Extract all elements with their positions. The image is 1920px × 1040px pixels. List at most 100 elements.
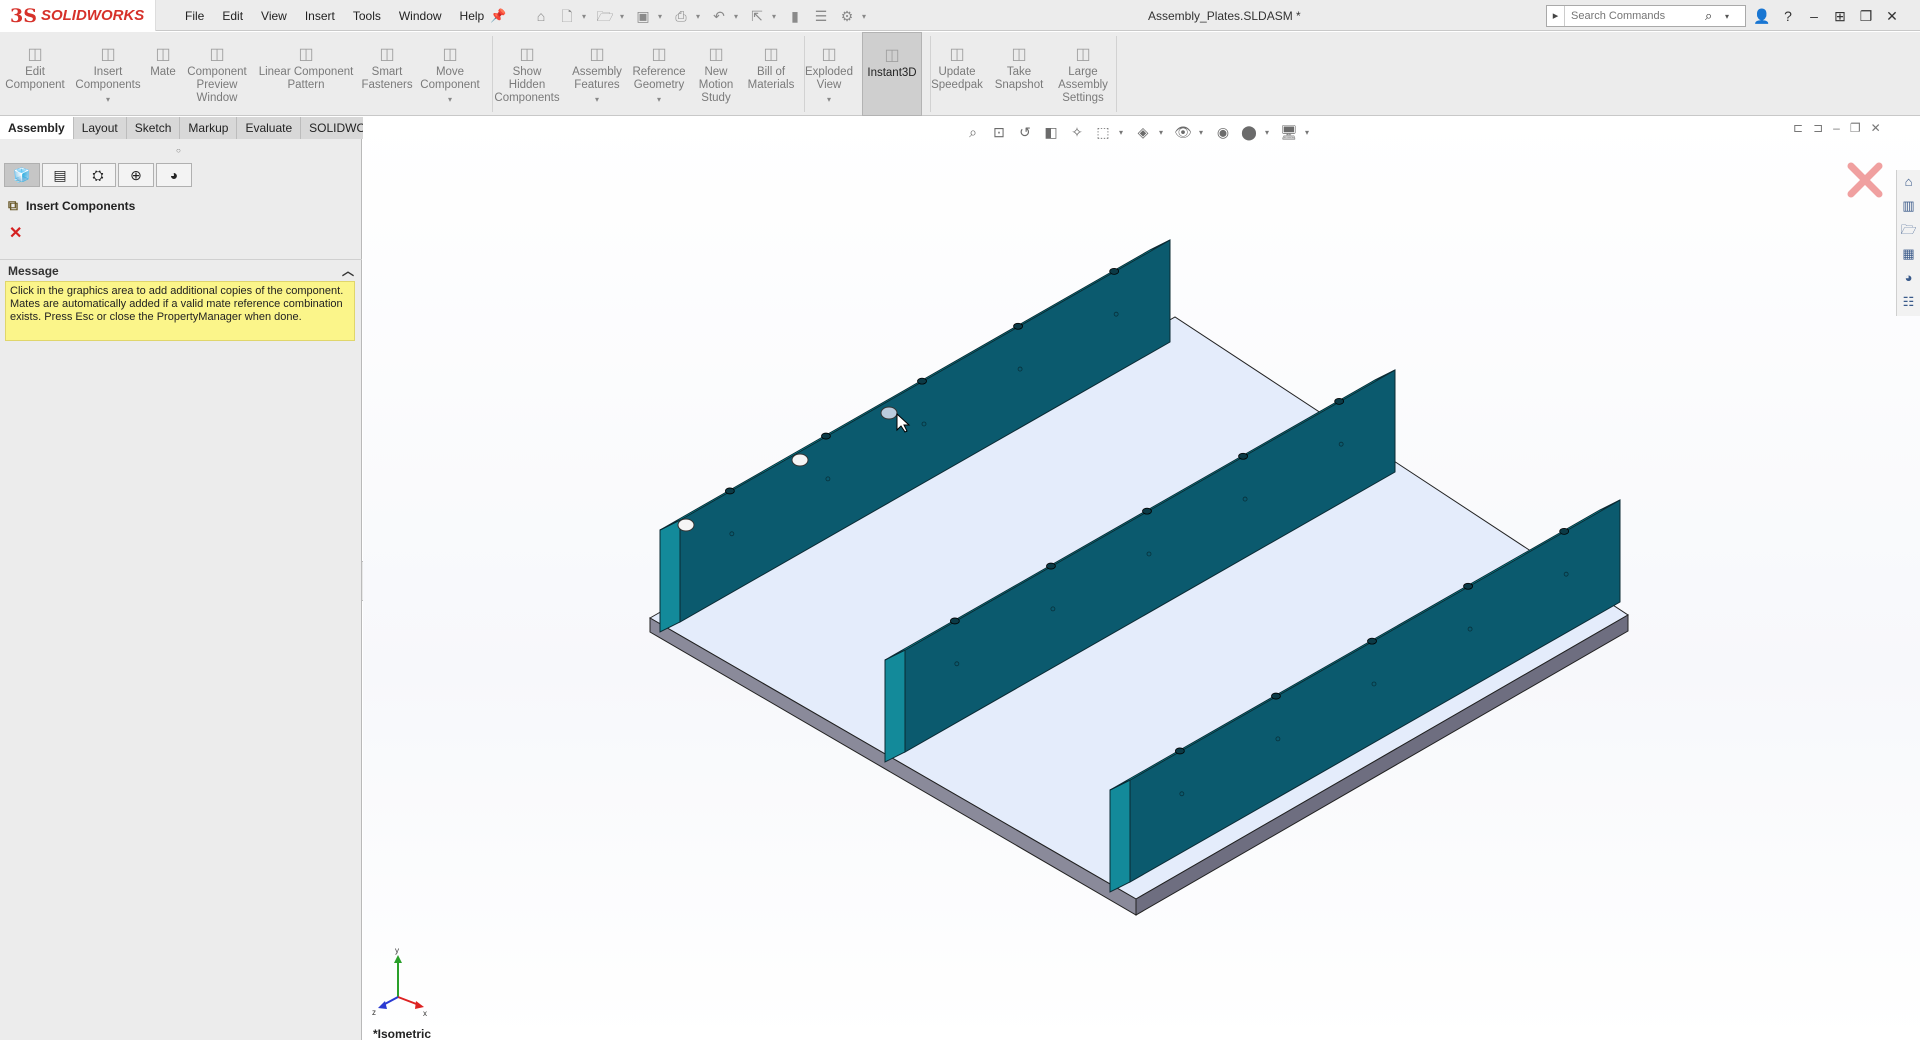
chevron-down-icon[interactable]: ▾ [1119, 128, 1127, 137]
dimxpert-icon[interactable]: ⊕ [118, 163, 154, 187]
chevron-down-icon[interactable]: ▾ [106, 93, 110, 106]
chevron-down-icon[interactable]: ▾ [696, 12, 704, 21]
chevron-down-icon[interactable]: ▾ [595, 93, 599, 106]
file-properties-icon[interactable]: ☰ [810, 6, 832, 26]
command-prompt-icon[interactable]: ▸ [1547, 6, 1565, 26]
tab-layout[interactable]: Layout [73, 117, 127, 139]
rail-end-face[interactable] [659, 519, 681, 633]
graphics-area[interactable]: ⌕ ⊡ ↺ ◧ ✧ ⬚ ▾ ◈ ▾ 👁 ▾ ◉ ⬤ ▾ 🖥 ▾ ⊏ ⊐ – ❐ ✕ y x… [363, 117, 1920, 1040]
search-input[interactable] [1565, 10, 1705, 22]
view-orientation-icon[interactable]: ⬚ [1093, 122, 1113, 142]
tile-right-icon[interactable]: ⊐ [1813, 121, 1823, 135]
edit-appearance-icon[interactable]: ◉ [1213, 122, 1233, 142]
hide-show-items-icon[interactable]: 👁 [1173, 122, 1193, 142]
select-icon[interactable]: ⇱ [746, 6, 768, 26]
panel-grip[interactable]: ○ [176, 146, 181, 155]
cmd-assembly-features-button[interactable]: ◫ Assembly Features ▾ [570, 32, 624, 116]
minimize-icon[interactable]: – [1804, 8, 1824, 24]
cmd-instant3d-button[interactable]: ◫ Instant3D [862, 32, 922, 116]
cmd-motion-study-button[interactable]: ◫ New Motion Study [692, 32, 740, 116]
chevron-down-icon[interactable]: ▾ [620, 12, 628, 21]
rail-end-face[interactable] [884, 649, 906, 763]
design-library-icon[interactable]: ▥ [1899, 196, 1919, 216]
chevron-down-icon[interactable]: ▾ [827, 93, 831, 106]
cmd-edit-component-button[interactable]: ◫ Edit Component [0, 32, 70, 116]
tab-markup[interactable]: Markup [180, 117, 238, 139]
help-icon[interactable]: ? [1778, 8, 1798, 24]
chevron-down-icon[interactable]: ▾ [582, 12, 590, 21]
solidworks-resources-icon[interactable]: ⌂ [1899, 172, 1919, 192]
open-icon[interactable]: 🗁 [594, 6, 616, 26]
property-manager-icon[interactable]: ▤ [42, 163, 78, 187]
confirmation-corner-cancel-icon[interactable] [1846, 161, 1884, 199]
tab-evaluate[interactable]: Evaluate [237, 117, 302, 139]
close-icon[interactable]: ✕ [1882, 8, 1902, 25]
tab-sketch[interactable]: Sketch [126, 117, 181, 139]
menu-file[interactable]: File [176, 9, 213, 23]
fastener-head[interactable] [791, 453, 809, 467]
menu-insert[interactable]: Insert [296, 9, 344, 23]
cmd-exploded-view-button[interactable]: ◫ Exploded View ▾ [800, 32, 858, 116]
chevron-down-icon[interactable]: ▾ [448, 93, 452, 106]
display-manager-icon[interactable]: ◕ [156, 163, 192, 187]
chevron-down-icon[interactable]: ▾ [734, 12, 742, 21]
feature-manager-icon[interactable]: 🧊 [4, 163, 40, 187]
appearances-icon[interactable]: ◕ [1899, 268, 1919, 288]
zoom-to-area-icon[interactable]: ⊡ [989, 122, 1009, 142]
viewport-minimize-icon[interactable]: – [1833, 121, 1840, 135]
chevron-down-icon[interactable]: ▾ [1159, 128, 1167, 137]
cmd-reference-geometry-button[interactable]: ◫ Reference Geometry ▾ [628, 32, 690, 116]
chevron-down-icon[interactable]: ▾ [862, 12, 870, 21]
chevron-down-icon[interactable]: ▾ [1305, 128, 1313, 137]
close-property-manager-button[interactable]: ✕ [9, 223, 22, 243]
configuration-manager-icon[interactable]: ⛭ [80, 163, 116, 187]
print-icon[interactable]: ⎙ [670, 6, 692, 26]
display-style-icon[interactable]: ◈ [1133, 122, 1153, 142]
assembly-model[interactable] [363, 117, 1920, 1040]
cmd-preview-window-button[interactable]: ◫ Component Preview Window [182, 32, 252, 116]
zoom-to-fit-icon[interactable]: ⌕ [963, 122, 983, 142]
file-explorer-icon[interactable]: 🗁 [1899, 220, 1919, 240]
menu-view[interactable]: View [252, 9, 296, 23]
chevron-down-icon[interactable]: ▾ [657, 93, 661, 106]
cmd-bill-of-materials-button[interactable]: ◫ Bill of Materials [746, 32, 796, 116]
menu-window[interactable]: Window [390, 9, 451, 23]
viewport-restore-icon[interactable]: ❐ [1850, 121, 1861, 135]
previous-view-icon[interactable]: ↺ [1015, 122, 1035, 142]
cmd-speedpak-button[interactable]: ◫ Update Speedpak [928, 32, 986, 116]
section-view-icon[interactable]: ◧ [1041, 122, 1061, 142]
cmd-move-component-button[interactable]: ◫ Move Component ▾ [416, 32, 484, 116]
menu-help[interactable]: Help [451, 9, 494, 23]
chevron-down-icon[interactable]: ▾ [658, 12, 666, 21]
home-icon[interactable]: ⌂ [530, 6, 552, 26]
restore-icon[interactable]: ❐ [1856, 8, 1876, 25]
cmd-smart-fasteners-button[interactable]: ◫ Smart Fasteners [361, 32, 412, 116]
view-palette-icon[interactable]: ▦ [1899, 244, 1919, 264]
viewport-close-icon[interactable]: ✕ [1871, 121, 1881, 135]
tile-windows-icon[interactable]: ⊞ [1830, 8, 1850, 25]
chevron-down-icon[interactable]: ▾ [772, 12, 780, 21]
pin-menu-icon[interactable]: 📌 [490, 8, 506, 23]
cmd-show-hidden-button[interactable]: ◫ Show Hidden Components [490, 32, 564, 116]
fastener-head[interactable] [677, 518, 695, 532]
chevron-up-icon[interactable]: ︿ [342, 262, 354, 279]
cmd-linear-pattern-button[interactable]: ◫ Linear Component Pattern [256, 32, 356, 116]
view-settings-icon[interactable]: 🖥 [1279, 122, 1299, 142]
rail-end-face[interactable] [1109, 779, 1131, 893]
new-document-icon[interactable]: 🗋 [556, 6, 578, 26]
rebuild-icon[interactable]: ▮ [784, 6, 806, 26]
apply-scene-icon[interactable]: ⬤ [1239, 122, 1259, 142]
fastener-head[interactable] [880, 406, 898, 420]
save-icon[interactable]: ▣ [632, 6, 654, 26]
cmd-snapshot-button[interactable]: ◫ Take Snapshot [992, 32, 1046, 116]
search-icon[interactable]: ⌕ [1705, 8, 1725, 24]
cmd-mate-button[interactable]: ◫ Mate [148, 32, 178, 116]
custom-properties-icon[interactable]: ☷ [1899, 292, 1919, 312]
cmd-large-assembly-button[interactable]: ◫ Large Assembly Settings [1050, 32, 1116, 116]
cmd-insert-components-button[interactable]: ◫ Insert Components ▾ [74, 32, 142, 116]
solidworks-logo[interactable]: 3S SOLIDWORKS [0, 0, 156, 31]
chevron-down-icon[interactable]: ▾ [1199, 128, 1207, 137]
user-icon[interactable]: 👤 [1752, 8, 1772, 25]
options-gear-icon[interactable]: ⚙ [836, 6, 858, 26]
message-header[interactable]: Message ︿ [0, 259, 362, 281]
